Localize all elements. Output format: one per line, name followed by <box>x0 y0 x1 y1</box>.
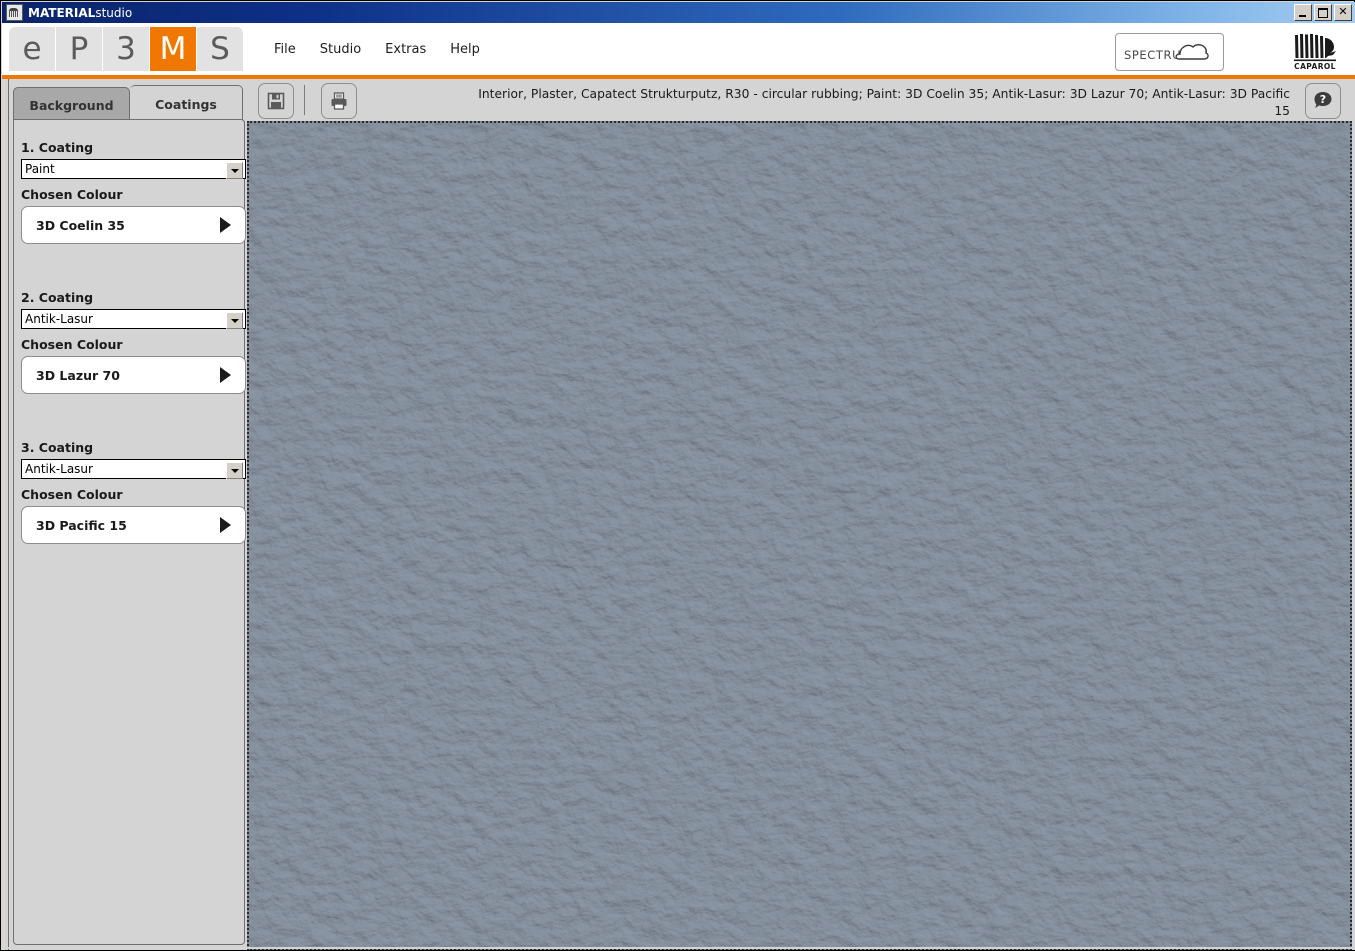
window-title-regular: studio <box>95 5 133 20</box>
coating-2-type-select[interactable]: Antik-Lasur <box>21 309 246 329</box>
main-panel: Interior, Plaster, Capatect Strukturputz… <box>247 79 1355 950</box>
coating-1-colour-value: 3D Coelin 35 <box>36 217 125 233</box>
spectrum-cloud-icon: SPECTRUM <box>1124 44 1209 62</box>
coating-3-type-select[interactable]: Antik-Lasur <box>21 459 246 479</box>
chevron-right-icon <box>220 367 231 383</box>
coating-1-heading: 1. Coating <box>21 140 94 155</box>
floppy-disk-icon <box>267 92 285 110</box>
tab-background[interactable]: Background <box>13 87 130 122</box>
menu-item-file[interactable]: File <box>274 42 296 57</box>
toolbar: Interior, Plaster, Capatect Strukturputz… <box>247 79 1355 124</box>
chevron-right-icon <box>220 517 231 533</box>
coating-3-colour-value: 3D Pacific 15 <box>36 517 127 533</box>
menu-item-extras[interactable]: Extras <box>385 42 426 57</box>
coatings-panel: 1. Coating Paint Chosen Colour 3D Coelin… <box>13 119 246 945</box>
print-button[interactable] <box>321 83 357 119</box>
app-icon <box>6 4 23 21</box>
window-title-bold: MATERIAL <box>28 5 96 20</box>
coating-2-colour-label: Chosen Colour <box>21 337 123 352</box>
sidebar-inner: Background Coatings 1. Coating Paint Cho… <box>8 79 247 950</box>
app-header: e P 3 M S File Studio Extras Help SPECTR… <box>2 23 1355 75</box>
status-text: Interior, Plaster, Capatect Strukturputz… <box>478 87 1290 118</box>
coating-1-type-select[interactable]: Paint <box>21 159 246 179</box>
status-bar <box>2 947 1355 949</box>
help-feedback-button[interactable]: ? <box>1305 83 1341 119</box>
chevron-down-icon[interactable] <box>226 462 243 479</box>
coating-3-colour-label: Chosen Colour <box>21 487 123 502</box>
logo-tile-3[interactable]: 3 <box>103 27 150 71</box>
sidebar-tabstrip: Background Coatings <box>13 83 245 122</box>
spectrum-logo-button[interactable]: SPECTRUM <box>1115 33 1224 71</box>
application-window: MATERIALstudio ✕ e P 3 M S File Studio E… <box>0 0 1355 951</box>
coating-block-2: 2. Coating Antik-Lasur Chosen Colour 3D … <box>21 290 246 394</box>
chevron-down-icon[interactable] <box>226 312 243 329</box>
close-button[interactable]: ✕ <box>1334 4 1352 21</box>
tab-coatings[interactable]: Coatings <box>130 85 243 122</box>
coating-2-colour-button[interactable]: 3D Lazur 70 <box>21 356 246 394</box>
svg-text:?: ? <box>1320 93 1326 106</box>
toolbar-separator <box>304 85 305 115</box>
coating-3-heading: 3. Coating <box>21 440 94 455</box>
maximize-icon <box>1315 5 1331 20</box>
menu-item-studio[interactable]: Studio <box>320 42 361 57</box>
chevron-down-icon[interactable] <box>226 162 243 179</box>
coating-2-heading: 2. Coating <box>21 290 94 305</box>
product-logo-tiles: e P 3 M S <box>9 27 243 71</box>
coating-block-3: 3. Coating Antik-Lasur Chosen Colour 3D … <box>21 440 246 544</box>
coating-2-colour-value: 3D Lazur 70 <box>36 367 120 383</box>
maximize-button[interactable] <box>1314 4 1332 21</box>
coating-1-colour-label: Chosen Colour <box>21 187 123 202</box>
logo-tile-s[interactable]: S <box>197 27 243 71</box>
save-button[interactable] <box>258 83 294 119</box>
plaster-texture-svg <box>249 123 1350 948</box>
menu-bar: File Studio Extras Help <box>274 27 480 71</box>
coating-1-type-value: Paint <box>25 162 55 176</box>
chevron-right-icon <box>220 217 231 233</box>
workspace: Background Coatings 1. Coating Paint Cho… <box>2 79 1355 950</box>
minimize-icon <box>1295 5 1311 20</box>
speech-bubble-question-icon: ? <box>1314 92 1332 108</box>
caparol-elephant-icon: CAPAROL <box>1294 34 1336 71</box>
printer-icon <box>331 92 347 110</box>
caparol-logo: CAPAROL <box>1292 32 1339 72</box>
coating-2-type-value: Antik-Lasur <box>25 312 93 326</box>
window-controls: ✕ <box>1294 4 1352 21</box>
plaster-texture <box>249 123 1350 948</box>
window-title: MATERIALstudio <box>28 6 132 20</box>
coating-block-1: 1. Coating Paint Chosen Colour 3D Coelin… <box>21 140 246 244</box>
menu-item-help[interactable]: Help <box>450 42 480 57</box>
minimize-button[interactable] <box>1294 4 1312 21</box>
coating-3-type-value: Antik-Lasur <box>25 462 93 476</box>
sidebar: Background Coatings 1. Coating Paint Cho… <box>2 79 247 950</box>
svg-text:CAPAROL: CAPAROL <box>1294 62 1336 71</box>
logo-tile-p[interactable]: P <box>56 27 103 71</box>
close-icon: ✕ <box>1338 5 1348 18</box>
coating-1-colour-button[interactable]: 3D Coelin 35 <box>21 206 246 244</box>
title-bar: MATERIALstudio ✕ <box>2 2 1355 23</box>
logo-tile-m[interactable]: M <box>150 27 197 71</box>
material-preview-canvas[interactable] <box>247 121 1352 950</box>
logo-tile-e[interactable]: e <box>9 27 56 71</box>
coating-3-colour-button[interactable]: 3D Pacific 15 <box>21 506 246 544</box>
